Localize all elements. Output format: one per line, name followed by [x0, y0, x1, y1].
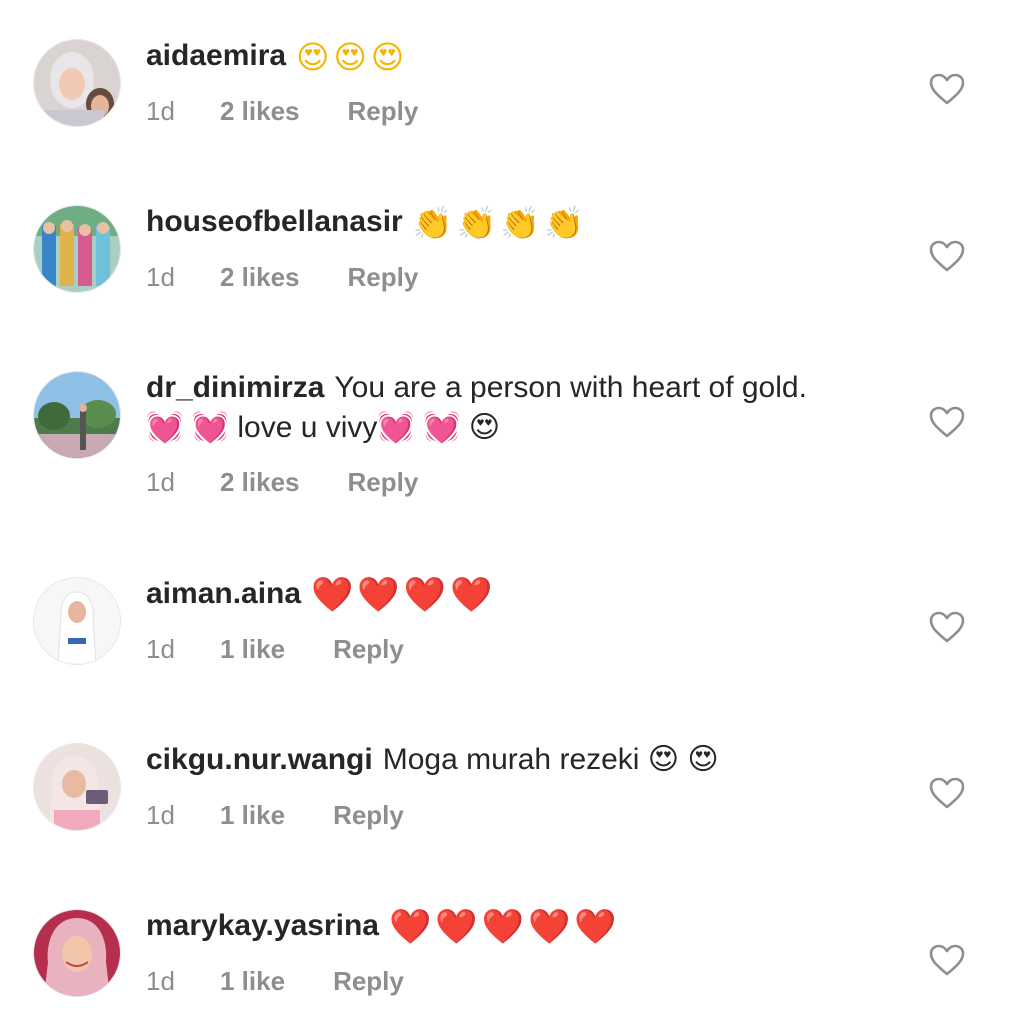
comment-meta: 1d 2 likes Reply	[146, 96, 418, 127]
timestamp: 1d	[146, 634, 175, 664]
timestamp: 1d	[146, 800, 175, 830]
avatar[interactable]	[34, 910, 120, 996]
comment-text: marykay.yasrina ❤️❤️❤️❤️❤️	[146, 906, 846, 947]
username-link[interactable]: aidaemira	[146, 39, 286, 72]
username-link[interactable]: aiman.aina	[146, 577, 301, 610]
reply-button[interactable]: Reply	[333, 966, 404, 997]
like-heart-icon[interactable]	[928, 405, 966, 439]
like-heart-icon[interactable]	[928, 943, 966, 977]
username-link[interactable]: cikgu.nur.wangi	[146, 743, 373, 776]
comment-meta: 1d 1 like Reply	[146, 966, 404, 997]
timestamp: 1d	[146, 262, 175, 292]
timestamp: 1d	[146, 96, 175, 126]
emoji-reaction: ❤️❤️❤️❤️	[311, 575, 497, 616]
comment-meta: 1d 1 like Reply	[146, 800, 404, 831]
like-heart-icon[interactable]	[928, 776, 966, 810]
comment-meta: 1d 2 likes Reply	[146, 262, 418, 293]
like-heart-icon[interactable]	[928, 610, 966, 644]
emoji-reaction: 👏👏👏👏	[412, 204, 589, 243]
timestamp: 1d	[146, 467, 175, 497]
reply-button[interactable]: Reply	[333, 800, 404, 831]
reply-button[interactable]: Reply	[348, 96, 419, 127]
comment-meta: 1d 2 likes Reply	[146, 467, 418, 498]
avatar[interactable]	[34, 744, 120, 830]
reply-button[interactable]: Reply	[348, 262, 419, 293]
comment-body: Moga murah rezeki 😍 😍	[382, 743, 719, 776]
comment-text: dr_dinimirza You are a person with heart …	[146, 368, 846, 448]
like-heart-icon[interactable]	[928, 72, 966, 106]
emoji-reaction: 😍😍😍	[296, 38, 409, 77]
username-link[interactable]: dr_dinimirza	[146, 371, 324, 404]
timestamp: 1d	[146, 966, 175, 996]
likes-count[interactable]: 1 like	[220, 800, 285, 831]
comment-text: aiman.aina ❤️❤️❤️❤️	[146, 574, 846, 615]
comment-text: cikgu.nur.wangi Moga murah rezeki 😍 😍	[146, 740, 846, 780]
avatar[interactable]	[34, 206, 120, 292]
likes-count[interactable]: 2 likes	[220, 467, 300, 498]
avatar[interactable]	[34, 578, 120, 664]
likes-count[interactable]: 1 like	[220, 634, 285, 665]
reply-button[interactable]: Reply	[333, 634, 404, 665]
likes-count[interactable]: 2 likes	[220, 96, 300, 127]
username-link[interactable]: houseofbellanasir	[146, 205, 403, 238]
comment-meta: 1d 1 like Reply	[146, 634, 404, 665]
comment-text: houseofbellanasir 👏👏👏👏	[146, 202, 846, 243]
username-link[interactable]: marykay.yasrina	[146, 909, 379, 942]
comment-text: aidaemira 😍😍😍	[146, 36, 846, 77]
reply-button[interactable]: Reply	[348, 467, 419, 498]
emoji-reaction: ❤️❤️❤️❤️❤️	[388, 907, 621, 948]
likes-count[interactable]: 2 likes	[220, 262, 300, 293]
likes-count[interactable]: 1 like	[220, 966, 285, 997]
avatar[interactable]	[34, 372, 120, 458]
avatar[interactable]	[34, 40, 120, 126]
like-heart-icon[interactable]	[928, 239, 966, 273]
